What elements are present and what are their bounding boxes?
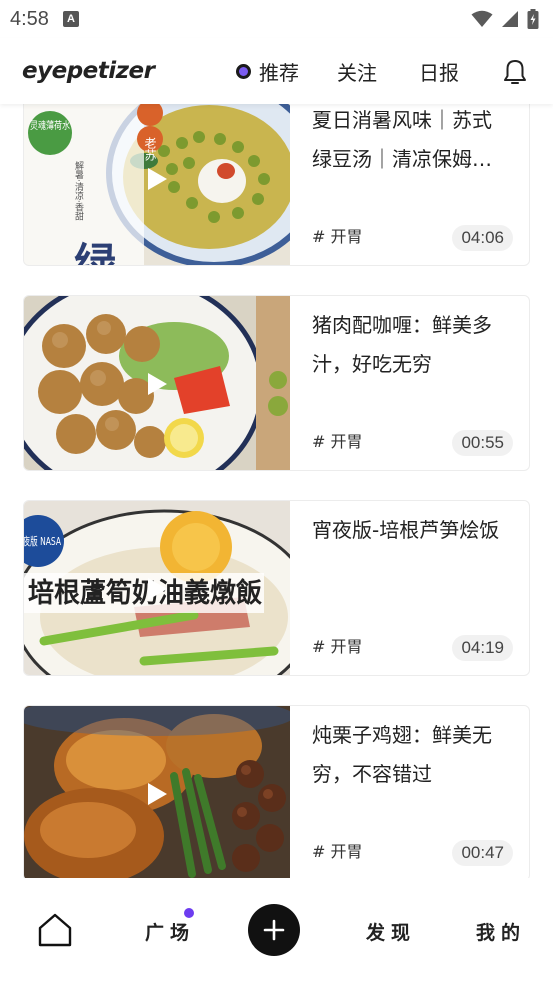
notification-dot-icon (184, 908, 194, 918)
app-logo: eyepetizer (22, 58, 155, 84)
play-icon (148, 373, 167, 395)
thumb-corner-text: 灵魂薄荷水 (30, 119, 70, 132)
video-tag[interactable]: # 开胃 (312, 223, 363, 247)
play-icon (148, 578, 167, 600)
video-tag[interactable]: # 开胃 (312, 428, 363, 452)
status-icons (471, 9, 539, 29)
nav-me[interactable]: 我的 (476, 918, 526, 945)
top-tabs: 推荐 关注 日报 (236, 55, 531, 87)
card-info: 炖栗子鸡翅：鲜美无穷，不容错过 # 开胃 00:47 (290, 706, 529, 878)
wifi-icon (471, 10, 493, 27)
video-card[interactable]: 灵魂薄荷水 绿豆汤 老苏 解暑·清凉·香甜 夏日消暑风味｜苏式绿豆汤｜清凉保姆…… (23, 104, 530, 266)
tab-follow[interactable]: 关注 (337, 57, 377, 86)
video-title[interactable]: 宵夜版-培根芦笋烩饭 (312, 511, 511, 550)
video-feed[interactable]: 灵魂薄荷水 绿豆汤 老苏 解暑·清凉·香甜 夏日消暑风味｜苏式绿豆汤｜清凉保姆…… (0, 104, 553, 878)
bell-icon[interactable] (499, 55, 531, 87)
video-tag[interactable]: # 开胃 (312, 633, 363, 657)
app-screen: 4:58 A eyepetizer 推荐 关注 日报 灵魂薄荷水 老苏 解暑·清… (0, 0, 553, 984)
bottom-nav: 广场 发现 我的 (0, 878, 553, 984)
tab-daily[interactable]: 日报 (419, 57, 459, 86)
home-icon[interactable] (37, 912, 73, 948)
video-thumbnail[interactable] (24, 706, 290, 878)
thumb-badge-text: 老苏 (143, 137, 157, 161)
signal-icon (502, 11, 518, 27)
plus-icon (263, 919, 285, 941)
video-title[interactable]: 炖栗子鸡翅：鲜美无穷，不容错过 (312, 716, 511, 794)
status-bar: 4:58 A (0, 0, 553, 38)
thumb-main-text: 绿豆汤 (68, 241, 117, 266)
nav-square[interactable]: 广场 (145, 918, 195, 945)
nav-discover[interactable]: 发现 (366, 918, 416, 945)
video-duration: 04:06 (452, 225, 513, 251)
app-header: eyepetizer 推荐 关注 日报 (0, 38, 553, 104)
video-duration: 00:47 (452, 840, 513, 866)
battery-icon (527, 9, 539, 29)
video-duration: 00:55 (452, 430, 513, 456)
tab-label: 日报 (419, 60, 459, 85)
add-post-button[interactable] (248, 904, 300, 956)
card-info: 宵夜版-培根芦笋烩饭 # 开胃 04:19 (290, 501, 529, 675)
video-card[interactable]: 炖栗子鸡翅：鲜美无穷，不容错过 # 开胃 00:47 (23, 705, 530, 878)
thumb-badge-text: 宵夜版 NASA (24, 534, 61, 548)
video-title[interactable]: 猪肉配咖喱：鲜美多汁，好吃无穷 (312, 306, 511, 384)
notification-icon: A (62, 11, 79, 27)
status-time: 4:58 (10, 7, 49, 30)
tab-label: 关注 (337, 60, 377, 85)
tab-label: 推荐 (259, 60, 299, 85)
video-duration: 04:19 (452, 635, 513, 661)
thumb-side-text: 解暑·清凉·香甜 (73, 160, 84, 222)
card-info: 猪肉配咖喱：鲜美多汁，好吃无穷 # 开胃 00:55 (290, 296, 529, 470)
video-thumbnail[interactable]: 灵魂薄荷水 绿豆汤 老苏 解暑·清凉·香甜 (24, 104, 290, 266)
video-card[interactable]: 猪肉配咖喱：鲜美多汁，好吃无穷 # 开胃 00:55 (23, 295, 530, 471)
video-tag[interactable]: # 开胃 (312, 838, 363, 862)
recommend-indicator-icon (236, 63, 251, 79)
video-card[interactable]: 培根蘆筍奶油義燉飯 宵夜版 NASA 宵夜版-培根芦笋烩饭 # 开胃 04:19 (23, 500, 530, 676)
play-icon (148, 783, 167, 805)
video-thumbnail[interactable]: 培根蘆筍奶油義燉飯 宵夜版 NASA (24, 501, 290, 675)
tab-recommend[interactable]: 推荐 (236, 57, 299, 86)
video-thumbnail[interactable] (24, 296, 290, 470)
video-title[interactable]: 夏日消暑风味｜苏式绿豆汤｜清凉保姆… (312, 104, 511, 179)
card-info: 夏日消暑风味｜苏式绿豆汤｜清凉保姆… # 开胃 04:06 (290, 104, 529, 265)
play-icon (148, 168, 167, 190)
